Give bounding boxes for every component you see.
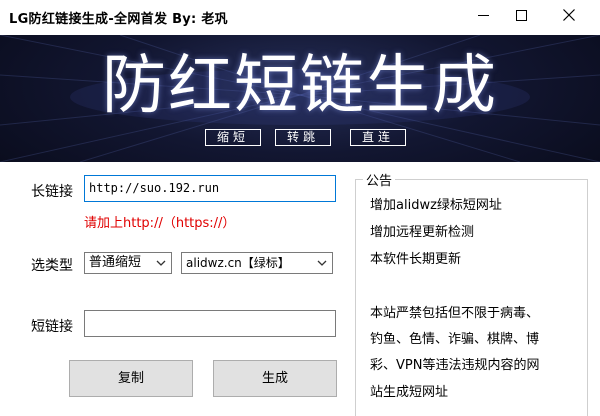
short-link-label: 短链接 [31, 319, 73, 335]
banner-label-redirect: 转跳 [275, 129, 331, 146]
short-link-input[interactable] [84, 310, 336, 337]
notice-line: 彩、VPN等违法违规内容的网 [370, 358, 540, 373]
notice-line: 本软件长期更新 [370, 252, 462, 267]
window-title: LG防红链接生成-全网首发 By: 老巩 [9, 12, 228, 27]
domain-select-value: alidwz.cn【绿标】 [186, 256, 290, 270]
long-link-label: 长链接 [31, 184, 73, 200]
notice-line: 钓鱼、色情、诈骗、棋牌、博 [370, 332, 540, 347]
maximize-icon [515, 9, 527, 21]
copy-button[interactable]: 复制 [69, 360, 193, 397]
notice-line: 增加远程更新检测 [370, 225, 475, 240]
maximize-button[interactable] [498, 0, 544, 30]
title-bar: LG防红链接生成-全网首发 By: 老巩 [0, 0, 600, 35]
type-label: 选类型 [31, 258, 73, 274]
notice-line: 站生成短网址 [370, 385, 449, 400]
header-banner: 防红短链生成 缩短 转跳 直连 [0, 35, 600, 162]
type-select-value: 普通缩短 [89, 253, 142, 273]
banner-label-direct: 直连 [350, 129, 406, 146]
long-link-input[interactable]: http://suo.192.run [84, 175, 336, 202]
generate-button[interactable]: 生成 [213, 360, 337, 397]
chevron-down-icon [316, 257, 328, 269]
protocol-hint: 请加上http://（https://） [84, 216, 236, 231]
notice-line: 增加alidwz绿标短网址 [370, 198, 502, 213]
close-icon [563, 9, 575, 21]
banner-title: 防红短链生成 [102, 49, 498, 123]
minimize-icon [477, 14, 489, 16]
chevron-down-icon [155, 257, 167, 269]
banner-label-shorten: 缩短 [205, 129, 261, 146]
domain-select[interactable]: alidwz.cn【绿标】 [181, 252, 333, 274]
notice-title: 公告 [363, 170, 396, 189]
notice-group [355, 179, 588, 416]
close-button[interactable] [546, 0, 592, 30]
notice-line: 本站严禁包括但不限于病毒、 [370, 306, 540, 321]
type-select[interactable]: 普通缩短 [84, 252, 172, 274]
